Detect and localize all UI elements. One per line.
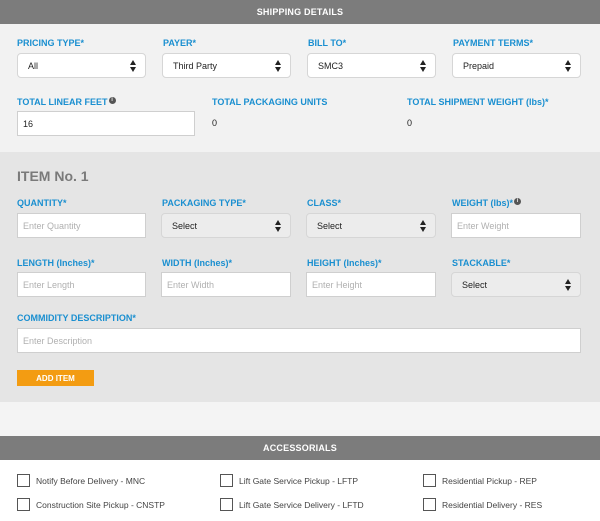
length-label: LENGTH (Inches)* xyxy=(17,258,95,268)
add-item-button[interactable]: ADD ITEM xyxy=(17,370,94,386)
payment-terms-value: Prepaid xyxy=(463,60,495,71)
pricing-type-value: All xyxy=(28,60,39,71)
stackable-label: STACKABLE* xyxy=(452,258,511,268)
bill-to-label: BILL TO* xyxy=(308,38,347,48)
stackable-value: Select xyxy=(462,279,488,290)
total-shipment-weight-label: TOTAL SHIPMENT WEIGHT (lbs)* xyxy=(407,97,549,107)
accessorials-section xyxy=(0,460,600,521)
total-linear-feet-label: TOTAL LINEAR FEET i xyxy=(17,97,116,107)
weight-label: WEIGHT (lbs)* i xyxy=(452,198,521,208)
sort-arrows-icon xyxy=(420,220,427,232)
residential-delivery-checkbox[interactable] xyxy=(423,498,436,511)
total-shipment-weight-value: 0 xyxy=(407,118,413,128)
accessorials-header: ACCESSORIALS xyxy=(0,436,600,460)
stackable-select[interactable]: Select xyxy=(451,272,581,297)
construction-site-pickup-checkbox[interactable] xyxy=(17,498,30,511)
class-select[interactable]: Select xyxy=(306,213,436,238)
total-linear-feet-input[interactable] xyxy=(17,111,195,136)
height-input[interactable] xyxy=(306,272,436,297)
shipping-details-header: SHIPPING DETAILS xyxy=(0,0,600,24)
width-input[interactable] xyxy=(161,272,291,297)
lift-gate-pickup-checkbox[interactable] xyxy=(220,474,233,487)
quantity-label: QUANTITY* xyxy=(17,198,67,208)
payment-terms-label: PAYMENT TERMS* xyxy=(453,38,534,48)
lift-gate-delivery-label: Lift Gate Service Delivery - LFTD xyxy=(239,500,364,510)
construction-site-pickup-label: Construction Site Pickup - CNSTP xyxy=(36,500,165,510)
residential-pickup-label: Residential Pickup - REP xyxy=(442,476,537,486)
sort-arrows-icon xyxy=(130,60,137,72)
class-value: Select xyxy=(317,220,343,231)
class-label: CLASS* xyxy=(307,198,342,208)
pricing-type-select[interactable]: All xyxy=(17,53,146,78)
payment-terms-select[interactable]: Prepaid xyxy=(452,53,581,78)
pricing-type-label: PRICING TYPE* xyxy=(17,38,85,48)
width-label: WIDTH (Inches)* xyxy=(162,258,233,268)
payer-value: Third Party xyxy=(173,60,218,71)
quantity-input[interactable] xyxy=(17,213,146,238)
bill-to-select[interactable]: SMC3 xyxy=(307,53,436,78)
sort-arrows-icon xyxy=(275,220,282,232)
section-spacer xyxy=(0,402,600,436)
bill-to-value: SMC3 xyxy=(318,60,344,71)
info-icon[interactable]: i xyxy=(108,97,116,104)
total-packaging-units-label: TOTAL PACKAGING UNITS xyxy=(212,97,328,107)
sort-arrows-icon xyxy=(420,60,427,72)
info-icon[interactable]: i xyxy=(514,198,521,205)
total-packaging-units-value: 0 xyxy=(212,118,218,128)
payer-label: PAYER* xyxy=(163,38,197,48)
lift-gate-pickup-label: Lift Gate Service Pickup - LFTP xyxy=(239,476,359,486)
length-input[interactable] xyxy=(17,272,146,297)
payer-select[interactable]: Third Party xyxy=(162,53,291,78)
packaging-type-select[interactable]: Select xyxy=(161,213,291,238)
item-title: ITEM No. 1 xyxy=(17,168,89,184)
residential-pickup-checkbox[interactable] xyxy=(423,474,436,487)
height-label: HEIGHT (Inches)* xyxy=(307,258,382,268)
packaging-type-value: Select xyxy=(172,220,198,231)
weight-input[interactable] xyxy=(451,213,581,238)
lift-gate-delivery-checkbox[interactable] xyxy=(220,498,233,511)
sort-arrows-icon xyxy=(565,279,572,291)
commodity-description-input[interactable] xyxy=(17,328,581,353)
notify-before-delivery-checkbox[interactable] xyxy=(17,474,30,487)
notify-before-delivery-label: Notify Before Delivery - MNC xyxy=(36,476,146,486)
packaging-type-label: PACKAGING TYPE* xyxy=(162,198,246,208)
sort-arrows-icon xyxy=(275,60,282,72)
commodity-description-label: COMMIDITY DESCRIPTION* xyxy=(17,313,136,323)
residential-delivery-label: Residential Delivery - RES xyxy=(442,500,543,510)
sort-arrows-icon xyxy=(565,60,572,72)
